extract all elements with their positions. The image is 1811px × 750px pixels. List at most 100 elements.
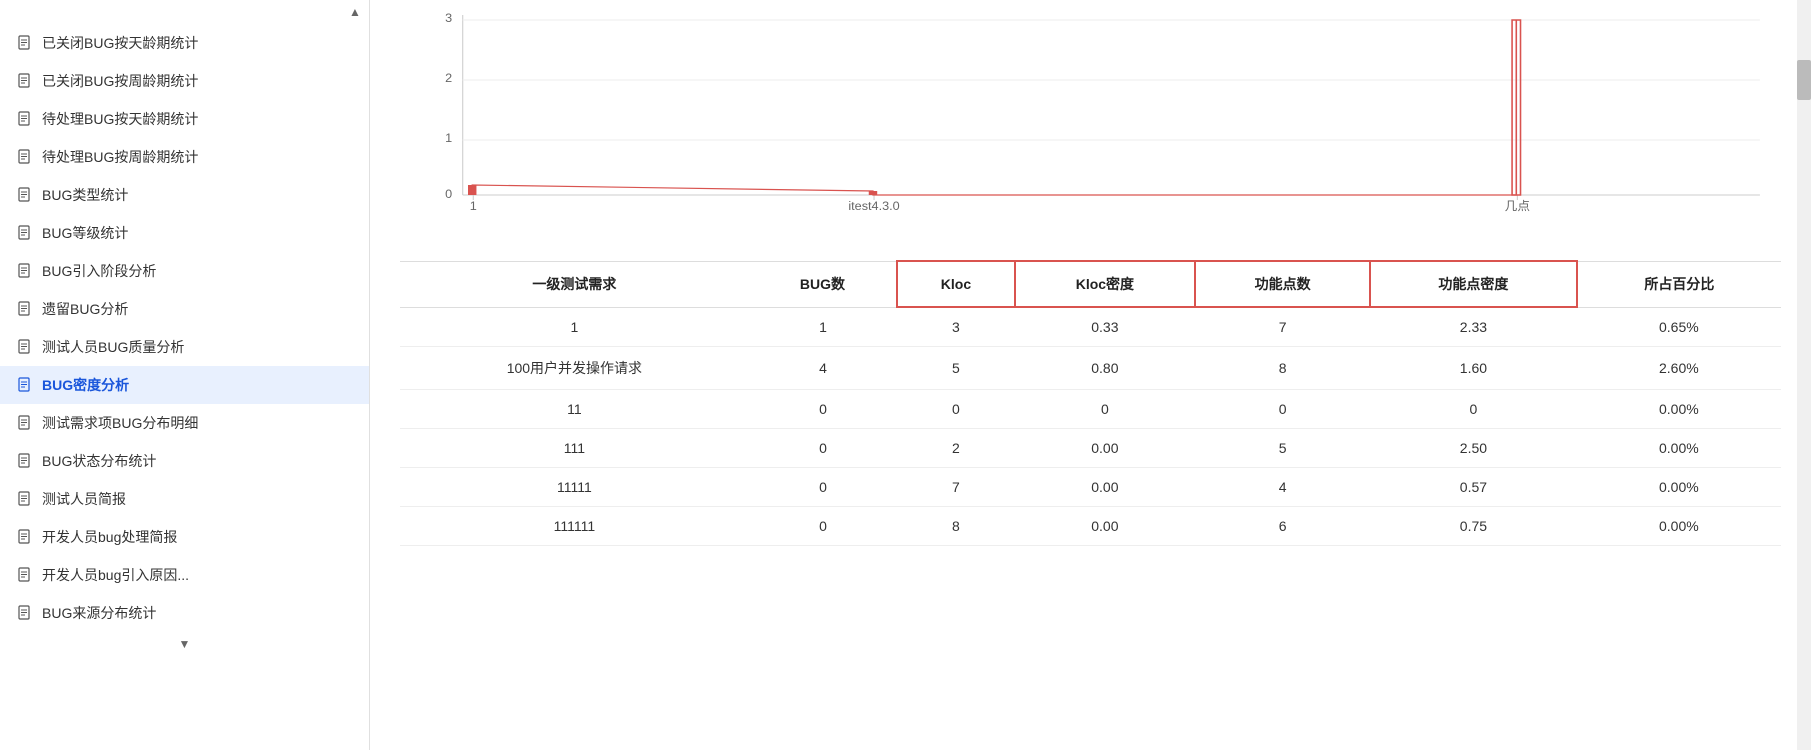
sidebar-item-dev-bug-brief[interactable]: 开发人员bug处理简报 (0, 518, 369, 556)
cell-func-points: 8 (1195, 347, 1370, 390)
doc-icon (16, 34, 34, 52)
scroll-down-button[interactable]: ▼ (175, 634, 195, 654)
svg-text:2: 2 (445, 71, 452, 85)
cell-kloc: 8 (897, 507, 1015, 546)
doc-icon (16, 72, 34, 90)
th-bug-count: BUG数 (749, 261, 897, 307)
chart-area: 3 2 1 0 1 itest4.3.0 几点 (370, 0, 1811, 260)
cell-req: 1 (400, 307, 749, 347)
sidebar-item-residual-bug[interactable]: 遗留BUG分析 (0, 290, 369, 328)
sidebar-item-label: 测试人员简报 (42, 489, 126, 509)
sidebar-item-label: BUG来源分布统计 (42, 603, 156, 623)
doc-icon (16, 452, 34, 470)
cell-bug-count: 0 (749, 468, 897, 507)
right-scrollbar[interactable] (1797, 0, 1811, 750)
sidebar-item-test-req-bug-detail[interactable]: 测试需求项BUG分布明细 (0, 404, 369, 442)
scroll-up-button[interactable]: ▲ (345, 2, 365, 22)
sidebar-item-label: 待处理BUG按天龄期统计 (42, 109, 198, 129)
cell-bug-count: 0 (749, 507, 897, 546)
cell-percent: 0.65% (1577, 307, 1781, 347)
doc-icon (16, 300, 34, 318)
sidebar-item-pending-bug-day[interactable]: 待处理BUG按天龄期统计 (0, 100, 369, 138)
cell-func-points: 4 (1195, 468, 1370, 507)
svg-text:几点: 几点 (1505, 199, 1530, 213)
sidebar-item-bug-type[interactable]: BUG类型统计 (0, 176, 369, 214)
cell-kloc-density: 0.33 (1015, 307, 1195, 347)
svg-text:3: 3 (445, 11, 452, 25)
sidebar-item-pending-bug-week[interactable]: 待处理BUG按周龄期统计 (0, 138, 369, 176)
cell-kloc-density: 0.80 (1015, 347, 1195, 390)
th-percent: 所占百分比 (1577, 261, 1781, 307)
sidebar-item-bug-source-dist[interactable]: BUG来源分布统计 (0, 594, 369, 632)
cell-req: 111 (400, 429, 749, 468)
sidebar-item-label: 测试人员BUG质量分析 (42, 337, 184, 357)
cell-kloc: 7 (897, 468, 1015, 507)
sidebar-item-label: 遗留BUG分析 (42, 299, 128, 319)
cell-req: 111111 (400, 507, 749, 546)
th-kloc: Kloc (897, 261, 1015, 307)
doc-icon (16, 110, 34, 128)
sidebar-item-label: 开发人员bug处理简报 (42, 527, 177, 547)
cell-kloc-density: 0.00 (1015, 468, 1195, 507)
cell-percent: 0.00% (1577, 468, 1781, 507)
sidebar-item-bug-status-dist[interactable]: BUG状态分布统计 (0, 442, 369, 480)
cell-func-points: 0 (1195, 390, 1370, 429)
cell-func-density: 2.33 (1370, 307, 1577, 347)
cell-kloc: 3 (897, 307, 1015, 347)
cell-kloc-density: 0.00 (1015, 429, 1195, 468)
cell-percent: 0.00% (1577, 390, 1781, 429)
sidebar-item-closed-bug-day[interactable]: 已关闭BUG按天龄期统计 (0, 24, 369, 62)
doc-icon (16, 566, 34, 584)
sidebar-item-label: BUG等级统计 (42, 223, 128, 243)
sidebar-item-label: BUG状态分布统计 (42, 451, 156, 471)
table-area: 一级测试需求BUG数KlocKloc密度功能点数功能点密度所占百分比 1130.… (370, 260, 1811, 750)
sidebar: ▲ 已关闭BUG按天龄期统计 已关闭BUG按周龄期统计 待处理BUG按天龄期统计… (0, 0, 370, 750)
sidebar-item-label: BUG密度分析 (42, 375, 129, 395)
doc-icon (16, 186, 34, 204)
doc-icon (16, 338, 34, 356)
svg-text:0: 0 (445, 187, 452, 201)
cell-percent: 0.00% (1577, 507, 1781, 546)
sidebar-item-bug-intro-phase[interactable]: BUG引入阶段分析 (0, 252, 369, 290)
sidebar-scroll-up-area: ▲ (0, 0, 369, 24)
cell-func-points: 5 (1195, 429, 1370, 468)
scrollbar-thumb[interactable] (1797, 60, 1811, 100)
doc-icon (16, 528, 34, 546)
cell-bug-count: 0 (749, 429, 897, 468)
sidebar-item-dev-bug-intro[interactable]: 开发人员bug引入原因... (0, 556, 369, 594)
table-header: 一级测试需求BUG数KlocKloc密度功能点数功能点密度所占百分比 (400, 261, 1781, 307)
table-row: 100用户并发操作请求450.8081.602.60% (400, 347, 1781, 390)
cell-percent: 0.00% (1577, 429, 1781, 468)
cell-kloc-density: 0.00 (1015, 507, 1195, 546)
sidebar-item-label: BUG引入阶段分析 (42, 261, 156, 281)
cell-req: 100用户并发操作请求 (400, 347, 749, 390)
sidebar-item-label: 已关闭BUG按天龄期统计 (42, 33, 198, 53)
sidebar-item-label: 开发人员bug引入原因... (42, 565, 189, 585)
svg-text:1: 1 (445, 131, 452, 145)
cell-func-points: 6 (1195, 507, 1370, 546)
sidebar-item-label: 测试需求项BUG分布明细 (42, 413, 198, 433)
cell-percent: 2.60% (1577, 347, 1781, 390)
main-content: 3 2 1 0 1 itest4.3.0 几点 (370, 0, 1811, 750)
bug-density-chart: 3 2 1 0 1 itest4.3.0 几点 (410, 10, 1781, 220)
cell-func-density: 0.57 (1370, 468, 1577, 507)
sidebar-item-tester-brief[interactable]: 测试人员简报 (0, 480, 369, 518)
cell-kloc-density: 0 (1015, 390, 1195, 429)
cell-func-density: 1.60 (1370, 347, 1577, 390)
table-row: 11111070.0040.570.00% (400, 468, 1781, 507)
cell-func-density: 0 (1370, 390, 1577, 429)
sidebar-item-closed-bug-week[interactable]: 已关闭BUG按周龄期统计 (0, 62, 369, 100)
sidebar-item-label: 已关闭BUG按周龄期统计 (42, 71, 198, 91)
doc-icon (16, 604, 34, 622)
doc-icon (16, 490, 34, 508)
svg-text:1: 1 (470, 199, 477, 213)
sidebar-item-tester-bug-quality[interactable]: 测试人员BUG质量分析 (0, 328, 369, 366)
sidebar-item-bug-density[interactable]: BUG密度分析 (0, 366, 369, 404)
svg-text:itest4.3.0: itest4.3.0 (848, 199, 899, 213)
sidebar-item-bug-level[interactable]: BUG等级统计 (0, 214, 369, 252)
cell-bug-count: 0 (749, 390, 897, 429)
table-body: 1130.3372.330.65%100用户并发操作请求450.8081.602… (400, 307, 1781, 546)
doc-icon (16, 376, 34, 394)
cell-kloc: 2 (897, 429, 1015, 468)
doc-icon (16, 262, 34, 280)
